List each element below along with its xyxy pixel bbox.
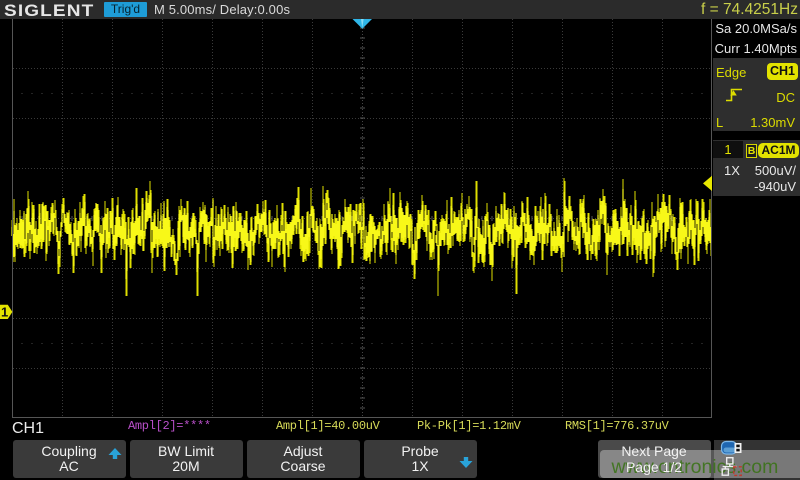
svg-text:1: 1 — [1, 305, 8, 320]
